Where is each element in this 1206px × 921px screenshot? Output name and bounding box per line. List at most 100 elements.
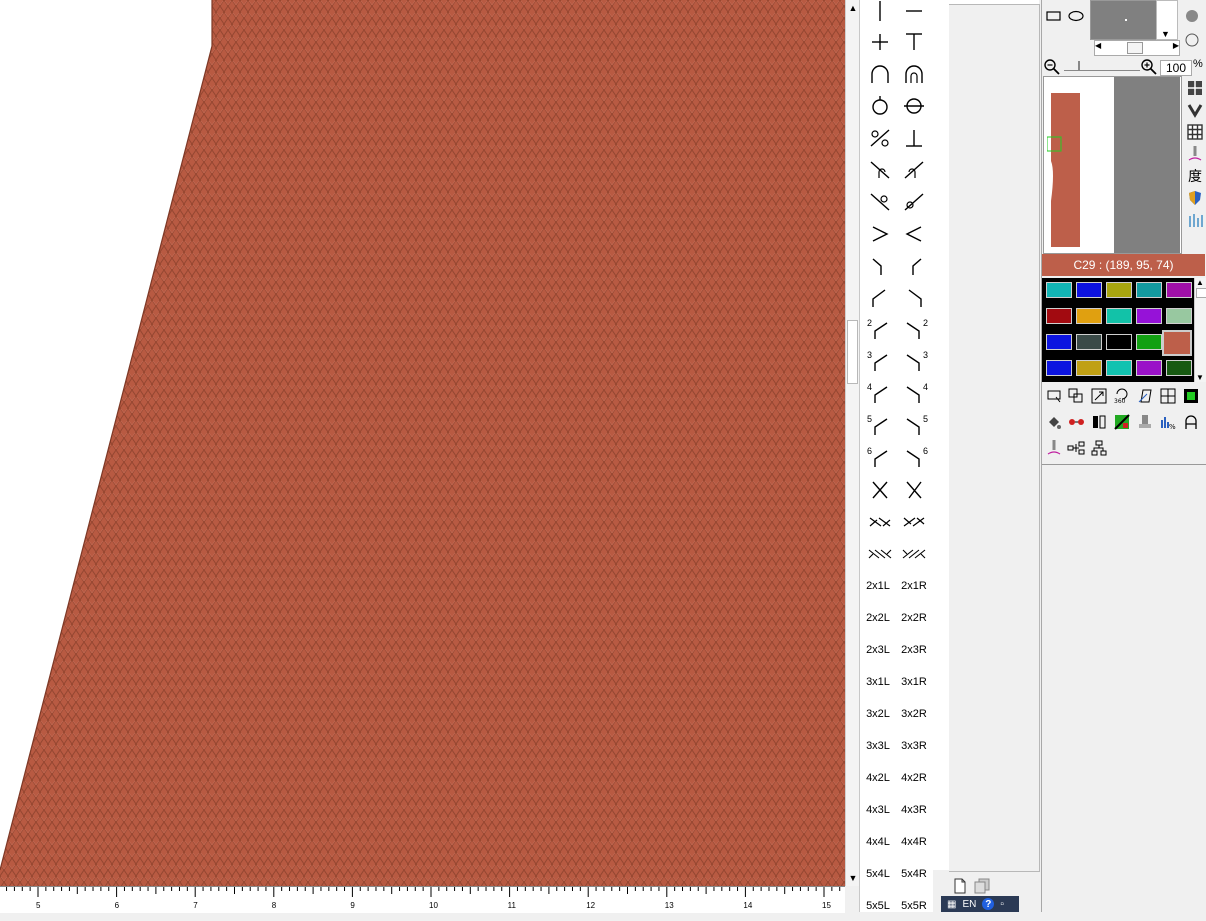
palette-swatch[interactable] — [1076, 334, 1102, 350]
navigator-preview[interactable] — [1043, 76, 1182, 254]
symbol-cable-4x2r[interactable]: 4x2R — [897, 763, 931, 793]
symbol-cable-4x2l[interactable]: 4x2L — [861, 763, 895, 793]
symbol-cable-2x1r[interactable]: 2x1R — [897, 571, 931, 601]
knit-canvas[interactable] — [0, 0, 845, 886]
symbol-cable-4x3r[interactable]: 4x3R — [897, 795, 931, 825]
brush-horizontal-scroll[interactable]: ◀ ▶ — [1094, 40, 1180, 56]
degree-tool-icon[interactable]: 度 — [1188, 166, 1202, 186]
palette-swatch[interactable] — [1106, 308, 1132, 324]
symbol-branch-left[interactable] — [863, 251, 897, 281]
shield-icon[interactable] — [1185, 188, 1205, 208]
symbol-yarn-over-bar[interactable] — [897, 91, 931, 121]
symbol-slant-left-6[interactable]: 6 — [863, 443, 897, 473]
palette-swatch[interactable] — [1136, 334, 1162, 350]
palette-swatch[interactable] — [1106, 334, 1132, 350]
palette-swatch[interactable] — [1046, 308, 1072, 324]
brush-size-list[interactable]: ▼ — [1156, 0, 1178, 40]
palette-scroll-thumb[interactable] — [1196, 288, 1206, 298]
symbol-knit[interactable] — [863, 0, 897, 26]
symbol-cable-2x2l[interactable]: 2x2L — [861, 603, 895, 633]
symbol-slant-right-5[interactable]: 5 — [897, 411, 931, 441]
rectangle-tool-icon[interactable] — [1044, 6, 1064, 26]
symbol-cable-5x5l[interactable]: 5x5L — [861, 891, 895, 921]
color-swap-icon[interactable] — [1066, 412, 1086, 432]
palette-swatch[interactable] — [1076, 360, 1102, 376]
palette-swatch[interactable] — [1046, 334, 1072, 350]
mirror-icon[interactable] — [1089, 412, 1109, 432]
symbol-slant-left-5[interactable]: 5 — [863, 411, 897, 441]
palette-swatch[interactable] — [1046, 360, 1072, 376]
mesh-grid-icon[interactable] — [1185, 122, 1205, 142]
symbol-cable-4x4l[interactable]: 4x4L — [861, 827, 895, 857]
hollow-circle-icon[interactable] — [1182, 30, 1202, 50]
palette-swatch[interactable] — [1166, 282, 1192, 298]
palette-scrollbar[interactable]: ▲ ▼ — [1194, 278, 1206, 382]
symbol-cable-5x4r[interactable]: 5x4R — [897, 859, 931, 889]
symbol-cable-5x4l[interactable]: 5x4L — [861, 859, 895, 889]
symbol-cable-2x1l[interactable]: 2x1L — [861, 571, 895, 601]
language-indicator[interactable]: EN — [962, 899, 976, 910]
palette-swatch[interactable] — [1076, 308, 1102, 324]
percent-bars-icon[interactable]: % — [1158, 412, 1178, 432]
palette-swatch[interactable] — [1106, 360, 1132, 376]
symbol-slant-right[interactable] — [897, 283, 931, 313]
symbol-decrease-circle-right[interactable] — [897, 187, 931, 217]
palette-swatch[interactable] — [1076, 282, 1102, 298]
symbol-cable-2x2r[interactable]: 2x2R — [897, 603, 931, 633]
scroll-thumb[interactable] — [847, 320, 858, 384]
text-tool-icon[interactable] — [1181, 412, 1201, 432]
color-replace-icon[interactable] — [1112, 412, 1132, 432]
palette-scroll-up-icon[interactable]: ▲ — [1196, 278, 1204, 287]
symbol-slant-left[interactable] — [863, 283, 897, 313]
symbol-cable-4x4r[interactable]: 4x4R — [897, 827, 931, 857]
symbol-branch-right[interactable] — [897, 251, 931, 281]
zoom-slider[interactable] — [1064, 60, 1140, 71]
hierarchy-icon[interactable] — [1089, 438, 1109, 458]
stamp-icon[interactable] — [1135, 412, 1155, 432]
new-page-icon[interactable] — [950, 876, 970, 896]
palette-swatch-selected[interactable] — [1162, 330, 1192, 356]
palette-swatch[interactable] — [1136, 282, 1162, 298]
rotate-360-icon[interactable]: 360 — [1112, 386, 1132, 406]
symbol-cable-2x3r[interactable]: 2x3R — [897, 635, 931, 665]
symbol-tee[interactable] — [897, 27, 931, 57]
symbol-greater-than[interactable] — [863, 219, 897, 249]
zoom-value-field[interactable]: 100 — [1160, 60, 1192, 76]
layer-panel-scroll-strip[interactable] — [933, 0, 950, 870]
fill-black-icon[interactable] — [1181, 386, 1201, 406]
symbol-cross-x-right[interactable] — [897, 475, 931, 505]
brush-scroll-thumb[interactable] — [1127, 42, 1143, 54]
skew-icon[interactable] — [1135, 386, 1155, 406]
flow-connect-icon[interactable] — [1066, 438, 1086, 458]
filled-circle-icon[interactable] — [1182, 6, 1202, 26]
minimize-icon[interactable]: ▫ — [1000, 899, 1004, 910]
copy-page-icon[interactable] — [972, 876, 992, 896]
paint-bucket-icon[interactable] — [1044, 412, 1064, 432]
symbol-cable-3x3l[interactable]: 3x3L — [861, 731, 895, 761]
symbol-decrease-circle-left[interactable] — [863, 187, 897, 217]
zoom-in-icon[interactable] — [1139, 57, 1159, 77]
symbol-arch[interactable] — [863, 59, 897, 89]
zoom-out-icon[interactable] — [1042, 57, 1062, 77]
symbol-slant-right-3[interactable]: 3 — [897, 347, 931, 377]
symbol-slant-left-4[interactable]: 4 — [863, 379, 897, 409]
scale-icon[interactable] — [1089, 386, 1109, 406]
palette-swatch[interactable] — [1106, 282, 1132, 298]
symbol-arch-double[interactable] — [897, 59, 931, 89]
symbol-double-cross-right[interactable] — [897, 507, 931, 537]
bars-chart-icon[interactable] — [1185, 210, 1205, 230]
palette-swatch[interactable] — [1166, 308, 1192, 324]
brush-scroll-right-icon[interactable]: ▶ — [1173, 41, 1179, 50]
zoom-slider-thumb[interactable] — [1078, 61, 1080, 70]
symbol-less-than[interactable] — [897, 219, 931, 249]
grid-view-icon[interactable] — [1185, 78, 1205, 98]
symbol-cable-3x3r[interactable]: 3x3R — [897, 731, 931, 761]
symbol-slant-left-3[interactable]: 3 — [863, 347, 897, 377]
palette-swatch[interactable] — [1046, 282, 1072, 298]
symbol-percent[interactable] — [863, 123, 897, 153]
symbol-slant-right-4[interactable]: 4 — [897, 379, 931, 409]
brush-dropdown-arrow-icon[interactable]: ▼ — [1161, 29, 1170, 39]
ellipse-tool-icon[interactable] — [1066, 6, 1086, 26]
knit-stitch-icon[interactable] — [1185, 100, 1205, 120]
pen-tool-icon[interactable] — [1044, 438, 1064, 458]
